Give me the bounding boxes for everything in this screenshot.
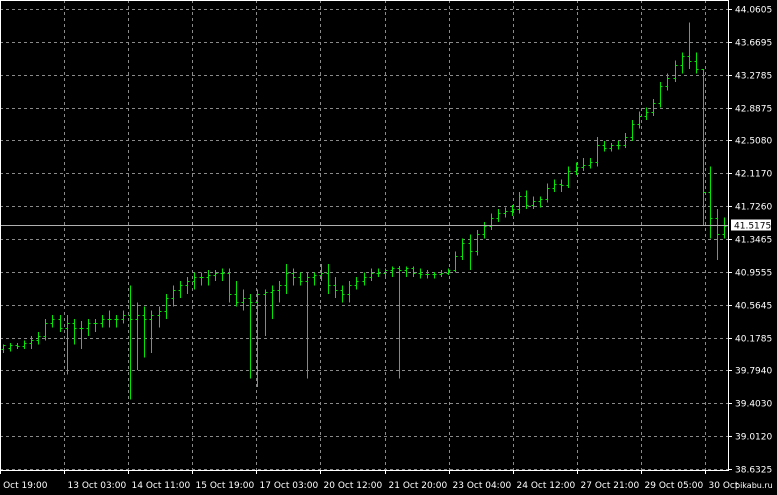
x-tick-label: 29 Oct 05:00	[645, 481, 704, 491]
y-tick-label: 44.0605	[735, 6, 772, 16]
x-tick-label: 14 Oct 11:00	[132, 481, 191, 491]
current-price-tag: 41.5175	[731, 219, 771, 232]
y-tick-label: 42.1170	[735, 170, 772, 180]
y-tick-label: 41.3465	[735, 236, 772, 246]
x-tick-label: 24 Oct 12:00	[517, 481, 576, 491]
y-tick-label: 42.8875	[735, 105, 772, 115]
y-tick-label: 43.2785	[735, 72, 772, 82]
y-tick-label: 39.4030	[735, 400, 772, 410]
x-tick-label: 17 Oct 03:00	[260, 481, 319, 491]
y-tick-label: 39.0120	[735, 433, 772, 443]
y-axis: 44.0605 43.6695 43.2785 42.8875 42.5080 42.11…	[728, 6, 772, 476]
x-tick-label: 15 Oct 19:00	[196, 481, 255, 491]
price-chart: 44.0605 43.6695 43.2785 42.8875 42.5080 42.11…	[0, 0, 777, 495]
y-tick-label: 38.6325	[735, 466, 772, 476]
chart-background	[0, 0, 777, 495]
y-tick-label: 42.5080	[735, 137, 772, 147]
x-tick-label: 9 Oct 19:00	[0, 481, 48, 491]
y-tick-label: 40.9555	[735, 269, 772, 279]
x-tick-label: 23 Oct 04:00	[453, 481, 512, 491]
y-tick-label: 39.7940	[735, 367, 772, 377]
y-tick-label: 40.5645	[735, 302, 772, 312]
x-tick-label: 20 Oct 12:00	[324, 481, 383, 491]
x-tick-label: 21 Oct 20:00	[389, 481, 448, 491]
watermark: pikabu.ru	[735, 481, 773, 490]
x-tick-label: 27 Oct 21:00	[581, 481, 640, 491]
y-tick-label: 40.1785	[735, 335, 772, 345]
current-price-label: 41.5175	[734, 222, 771, 232]
y-tick-label: 43.6695	[735, 39, 772, 49]
x-tick-label: 13 Oct 03:00	[68, 481, 127, 491]
y-tick-label: 41.7260	[735, 203, 772, 213]
